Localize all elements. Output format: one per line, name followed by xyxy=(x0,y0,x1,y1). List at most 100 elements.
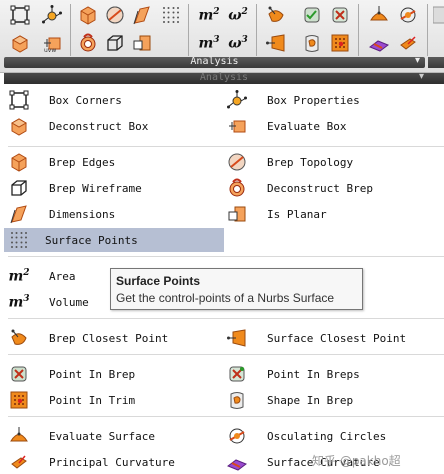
menu-item-brep-topology[interactable]: Brep Topology xyxy=(226,150,442,174)
area-icon: m2 xyxy=(8,267,30,285)
principal-curvature-icon[interactable] xyxy=(368,32,390,54)
point-in-brep-icon xyxy=(8,363,30,385)
area-icon[interactable]: m2 xyxy=(198,4,220,26)
menu-item-point-in-trim[interactable]: Point In Trim xyxy=(8,388,224,412)
menu-item-surface-closest-point[interactable]: Surface Closest Point xyxy=(226,326,442,350)
ribbon-group-bar-next xyxy=(428,57,444,68)
menu-item-deconstruct-brep[interactable]: Deconstruct Brep xyxy=(226,176,442,200)
ribbon-toolbar: m2 ω2 uvw m3 ω3 Analysis ▾ xyxy=(0,0,444,73)
area-moments-icon[interactable]: ω2 xyxy=(227,4,249,26)
menu-item-osculating-circles[interactable]: Osculating Circles xyxy=(226,424,442,448)
menu-item-brep-closest-point[interactable]: Brep Closest Point xyxy=(8,326,224,350)
watermark: 知乎 @pakho超 xyxy=(312,454,401,468)
box-properties-icon[interactable] xyxy=(41,4,63,26)
volume-icon: m3 xyxy=(8,293,30,311)
menu-item-evaluate-box[interactable]: Evaluate Box xyxy=(226,114,442,138)
evaluate-surface-icon[interactable] xyxy=(368,4,390,26)
menu-item-box-properties[interactable]: Box Properties xyxy=(226,88,442,112)
menu-item-label: Volume xyxy=(49,295,89,309)
menu-item-deconstruct-box[interactable]: Deconstruct Box xyxy=(8,114,224,138)
menu-item-point-in-breps[interactable]: Point In Breps xyxy=(226,362,442,386)
pin-icon[interactable]: ▾ xyxy=(415,55,420,66)
svg-text:uvw: uvw xyxy=(44,47,56,53)
surface-points-icon[interactable] xyxy=(160,4,182,26)
point-in-brep-icon[interactable] xyxy=(301,4,323,26)
brep-topology-icon[interactable] xyxy=(104,4,126,26)
deconstruct-brep-icon xyxy=(226,177,248,199)
surface-curvature-icon[interactable] xyxy=(397,32,419,54)
menu-item-label: Is Planar xyxy=(267,207,327,221)
menu-item-shape-in-brep[interactable]: Shape In Brep xyxy=(226,388,442,412)
menu-item-label: Evaluate Surface xyxy=(49,429,155,443)
principal-curvature-icon xyxy=(8,451,30,473)
osculating-circles-icon xyxy=(226,425,248,447)
dimensions-icon xyxy=(8,203,30,225)
menu-item-dimensions[interactable]: Dimensions xyxy=(8,202,224,226)
menu-item-label: Box Corners xyxy=(49,93,122,107)
evaluate-surface-icon xyxy=(8,425,30,447)
brep-topology-icon xyxy=(226,151,248,173)
box-corners-icon xyxy=(8,89,30,111)
menu-item-brep-wireframe[interactable]: Brep Wireframe xyxy=(8,176,224,200)
tooltip: Surface Points Get the control-points of… xyxy=(110,268,363,310)
menu-item-box-corners[interactable]: Box Corners xyxy=(8,88,224,112)
surface-points-icon xyxy=(8,229,30,251)
menu-item-label: Dimensions xyxy=(49,207,116,221)
dropdown-header: Analysis ▾ xyxy=(4,71,444,84)
menu-item-label: Principal Curvature xyxy=(49,455,175,469)
menu-item-label: Evaluate Box xyxy=(267,119,347,133)
menu-item-brep-edges[interactable]: Brep Edges xyxy=(8,150,224,174)
menu-item-principal-curvature[interactable]: Principal Curvature xyxy=(8,450,224,474)
deconstruct-brep-icon[interactable] xyxy=(77,32,99,54)
divider xyxy=(8,256,444,257)
brep-edges-icon[interactable] xyxy=(77,4,99,26)
deconstruct-box-icon xyxy=(8,115,30,137)
menu-item-label: Surface Points xyxy=(45,233,138,247)
dropdown-pin-icon[interactable]: ▾ xyxy=(419,71,424,82)
divider xyxy=(8,416,444,417)
brep-wireframe-icon[interactable] xyxy=(104,32,126,54)
brep-closest-point-icon[interactable] xyxy=(265,4,287,26)
shape-in-brep-icon[interactable] xyxy=(301,32,323,54)
menu-item-label: Deconstruct Box xyxy=(49,119,149,133)
menu-item-label: Point In Breps xyxy=(267,367,360,381)
menu-item-label: Osculating Circles xyxy=(267,429,387,443)
point-in-trim-icon xyxy=(8,389,30,411)
overflow-icon[interactable] xyxy=(432,4,444,26)
divider xyxy=(8,318,444,319)
menu-item-label: Deconstruct Brep xyxy=(267,181,373,195)
divider xyxy=(8,146,444,147)
is-planar-icon[interactable] xyxy=(131,32,153,54)
deconstruct-box-icon[interactable] xyxy=(9,32,31,54)
menu-item-label: Point In Trim xyxy=(49,393,136,407)
evaluate-box-icon xyxy=(226,115,248,137)
menu-item-label: Brep Wireframe xyxy=(49,181,142,195)
menu-item-label: Shape In Brep xyxy=(267,393,354,407)
ribbon-group-bar: Analysis ▾ xyxy=(4,55,425,68)
osculating-circles-icon[interactable] xyxy=(397,4,419,26)
volume-icon[interactable]: m3 xyxy=(198,32,220,54)
point-in-breps-icon xyxy=(226,363,248,385)
volume-moments-icon[interactable]: ω3 xyxy=(227,32,249,54)
ribbon-group-label: Analysis xyxy=(190,56,239,67)
shape-in-brep-icon xyxy=(226,389,248,411)
evaluate-box-icon[interactable]: uvw xyxy=(41,32,63,54)
brep-wireframe-icon xyxy=(8,177,30,199)
point-in-trim-icon[interactable] xyxy=(329,32,351,54)
menu-item-label: Box Properties xyxy=(267,93,360,107)
dimensions-icon[interactable] xyxy=(131,4,153,26)
divider xyxy=(8,354,444,355)
menu-item-label: Brep Topology xyxy=(267,155,354,169)
menu-item-evaluate-surface[interactable]: Evaluate Surface xyxy=(8,424,224,448)
brep-edges-icon xyxy=(8,151,30,173)
menu-item-is-planar[interactable]: Is Planar xyxy=(226,202,442,226)
menu-item-label: Surface Closest Point xyxy=(267,331,407,345)
menu-item-surface-points[interactable]: Surface Points xyxy=(4,228,224,252)
dropdown-header-label: Analysis xyxy=(199,72,249,83)
box-properties-icon xyxy=(226,89,248,111)
box-corners-icon[interactable] xyxy=(9,4,31,26)
menu-item-point-in-brep[interactable]: Point In Brep xyxy=(8,362,224,386)
surface-closest-point-icon[interactable] xyxy=(265,32,287,54)
point-in-breps-icon[interactable] xyxy=(329,4,351,26)
menu-item-label: Brep Edges xyxy=(49,155,116,169)
